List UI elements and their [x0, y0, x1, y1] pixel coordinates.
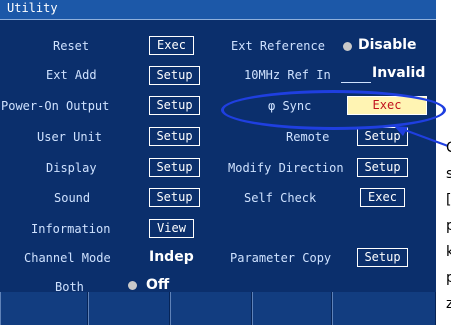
callout-letter: C: [446, 140, 451, 156]
callout-letter: z: [446, 296, 451, 312]
callout-letter: k: [446, 244, 451, 260]
callout-letter: p: [446, 218, 451, 234]
callout-letter: [: [446, 192, 451, 208]
callout-text: C s [ p k p z: [446, 140, 451, 325]
callout-letter: s: [446, 166, 451, 182]
callout-letter: p: [446, 270, 451, 286]
callout-arrow: [394, 126, 449, 147]
